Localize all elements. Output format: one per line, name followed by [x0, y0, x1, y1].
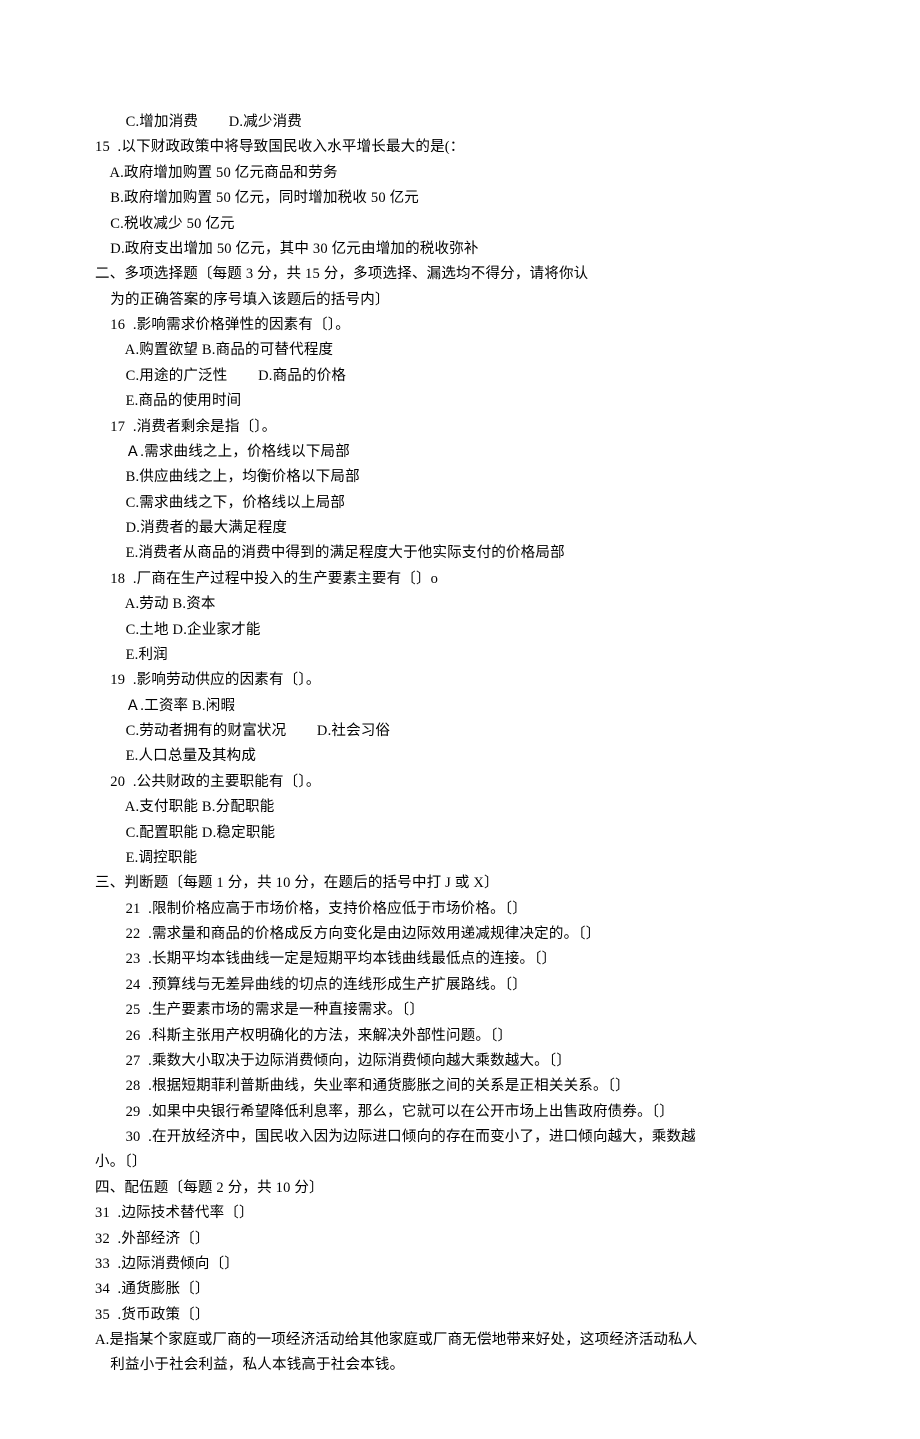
text-line: C.需求曲线之下，价格线以上局部: [95, 491, 825, 516]
text-line: B.供应曲线之上，均衡价格以下局部: [95, 465, 825, 490]
text-line: D.政府支出增加 50 亿元，其中 30 亿元由增加的税收弥补: [95, 237, 825, 262]
text-line: 三、判断题〔每题 1 分，共 10 分，在题后的括号中打 J 或 X〕: [95, 871, 825, 896]
text-line: 26 .科斯主张用产权明确化的方法，来解决外部性问题。〔〕: [95, 1024, 825, 1049]
text-line: A.是指某个家庭或厂商的一项经济活动给其他家庭或厂商无偿地带来好处，这项经济活动…: [95, 1328, 825, 1353]
text-line: 17 .消费者剩余是指〔〕。: [95, 415, 825, 440]
text-line: 为的正确答案的序号填入该题后的括号内〕: [95, 288, 825, 313]
document-body: C.增加消费 D.减少消费15 .以下财政政策中将导致国民收入水平增长最大的是(…: [95, 110, 825, 1379]
text-line: 19 .影响劳动供应的因素有〔〕。: [95, 668, 825, 693]
text-line: 20 .公共财政的主要职能有〔〕。: [95, 770, 825, 795]
text-line: 33 .边际消费倾向〔〕: [95, 1252, 825, 1277]
text-line: A.劳动 B.资本: [95, 592, 825, 617]
text-line: 18 .厂商在生产过程中投入的生产要素主要有〔〕o: [95, 567, 825, 592]
text-line: E.调控职能: [95, 846, 825, 871]
text-line: C.用途的广泛性 D.商品的价格: [95, 364, 825, 389]
text-line: B.政府增加购置 50 亿元，同时增加税收 50 亿元: [95, 186, 825, 211]
text-line: 利益小于社会利益，私人本钱高于社会本钱。: [95, 1353, 825, 1378]
text-line: 29 .如果中央银行希望降低利息率，那么，它就可以在公开市场上出售政府债券。〔〕: [95, 1100, 825, 1125]
text-line: 27 .乘数大小取决于边际消费倾向，边际消费倾向越大乘数越大。〔〕: [95, 1049, 825, 1074]
text-line: 23 .长期平均本钱曲线一定是短期平均本钱曲线最低点的连接。〔〕: [95, 947, 825, 972]
text-line: 31 .边际技术替代率〔〕: [95, 1201, 825, 1226]
text-line: E.商品的使用时间: [95, 389, 825, 414]
text-line: E.利润: [95, 643, 825, 668]
text-line: 30 .在开放经济中，国民收入因为边际进口倾向的存在而变小了，进口倾向越大，乘数…: [95, 1125, 825, 1150]
text-line: 二、多项选择题〔每题 3 分，共 15 分，多项选择、漏选均不得分，请将你认: [95, 262, 825, 287]
text-line: E.人口总量及其构成: [95, 744, 825, 769]
text-line: 21 .限制价格应高于市场价格，支持价格应低于市场价格。〔〕: [95, 897, 825, 922]
text-line: A.购置欲望 B.商品的可替代程度: [95, 338, 825, 363]
text-line: 16 .影响需求价格弹性的因素有〔〕。: [95, 313, 825, 338]
text-line: 34 .通货膨胀〔〕: [95, 1277, 825, 1302]
text-line: C.土地 D.企业家才能: [95, 618, 825, 643]
document-page: C.增加消费 D.减少消费15 .以下财政政策中将导致国民收入水平增长最大的是(…: [0, 0, 920, 1439]
text-line: 小。〔〕: [95, 1150, 825, 1175]
text-line: Ａ.需求曲线之上，价格线以下局部: [95, 440, 825, 465]
text-line: 35 .货币政策〔〕: [95, 1303, 825, 1328]
text-line: 15 .以下财政政策中将导致国民收入水平增长最大的是(：: [95, 135, 825, 160]
text-line: A.政府增加购置 50 亿元商品和劳务: [95, 161, 825, 186]
text-line: A.支付职能 B.分配职能: [95, 795, 825, 820]
text-line: D.消费者的最大满足程度: [95, 516, 825, 541]
text-line: C.增加消费 D.减少消费: [95, 110, 825, 135]
text-line: Ａ.工资率 B.闲暇: [95, 694, 825, 719]
text-line: 28 .根据短期菲利普斯曲线，失业率和通货膨胀之间的关系是正相关关系。〔〕: [95, 1074, 825, 1099]
text-line: 22 .需求量和商品的价格成反方向变化是由边际效用递减规律决定的。〔〕: [95, 922, 825, 947]
text-line: 四、配伍题〔每题 2 分，共 10 分〕: [95, 1176, 825, 1201]
text-line: C.配置职能 D.稳定职能: [95, 821, 825, 846]
text-line: E.消费者从商品的消费中得到的满足程度大于他实际支付的价格局部: [95, 541, 825, 566]
text-line: 25 .生产要素市场的需求是一种直接需求。〔〕: [95, 998, 825, 1023]
text-line: 32 .外部经济〔〕: [95, 1227, 825, 1252]
text-line: C.劳动者拥有的财富状况 D.社会习俗: [95, 719, 825, 744]
text-line: 24 .预算线与无差异曲线的切点的连线形成生产扩展路线。〔〕: [95, 973, 825, 998]
text-line: C.税收减少 50 亿元: [95, 212, 825, 237]
